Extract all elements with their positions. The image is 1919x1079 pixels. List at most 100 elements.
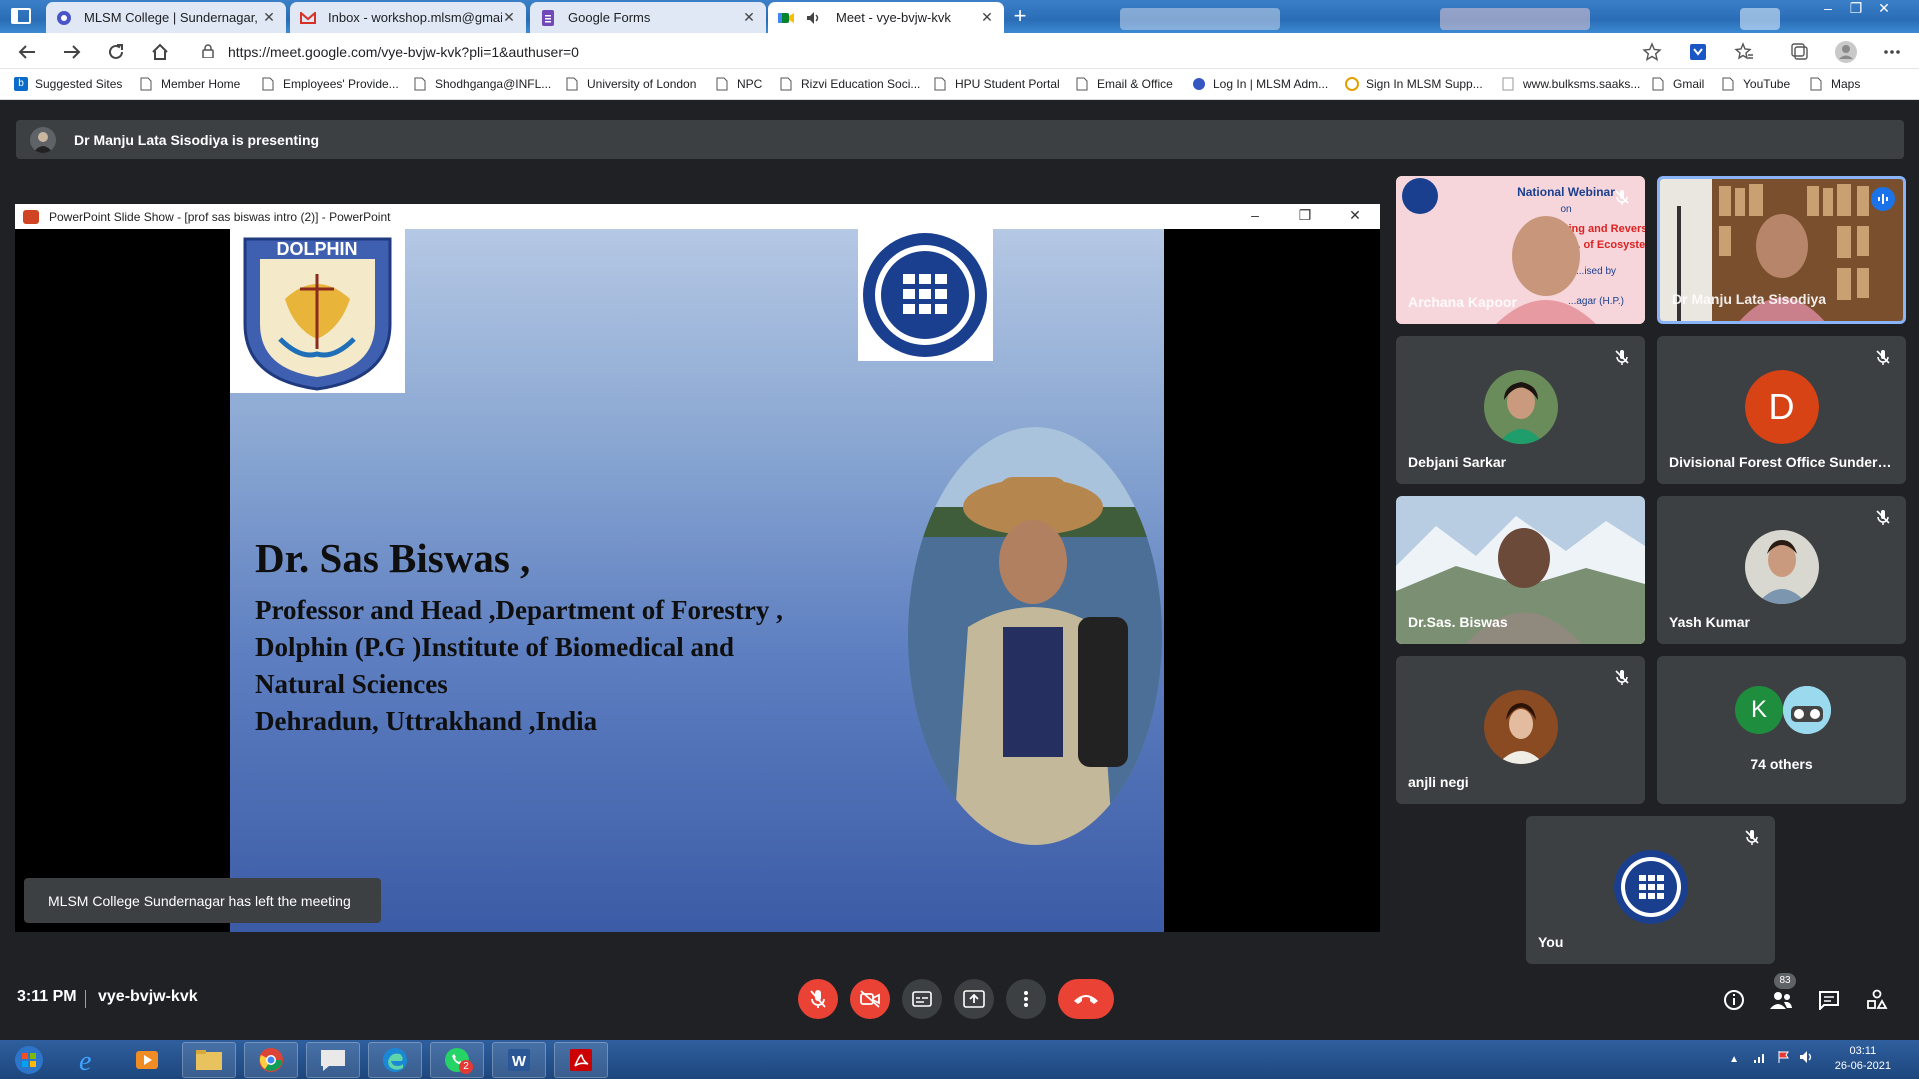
participant-tile[interactable]: National Webinar on Preventing and Rever… (1396, 176, 1645, 324)
tab-title: Google Forms (568, 10, 651, 25)
collections-icon[interactable] (1788, 40, 1812, 64)
favorites-icon[interactable] (1732, 40, 1756, 64)
speaker-audio-icon[interactable] (806, 10, 822, 26)
tab-mlsm-college[interactable]: MLSM College | Sundernagar, M ✕ (46, 2, 286, 33)
bookmark-item[interactable]: Member Home (140, 77, 240, 91)
browser-menu-icon[interactable] (10, 7, 34, 27)
media-player-icon[interactable] (120, 1042, 174, 1078)
forward-icon[interactable] (60, 40, 84, 64)
bookmark-item[interactable]: University of London (566, 77, 696, 91)
whatsapp-icon[interactable]: 2 (430, 1042, 484, 1078)
others-tile[interactable]: K 74 others (1657, 656, 1906, 804)
lock-icon[interactable] (202, 43, 214, 61)
presenting-text: Dr Manju Lata Sisodiya is presenting (74, 131, 320, 148)
page-icon (566, 77, 580, 91)
close-icon[interactable]: ✕ (502, 9, 516, 26)
page-icon (414, 77, 428, 91)
more-vert-icon (1024, 991, 1028, 1007)
presentation-stage[interactable]: PowerPoint Slide Show - [prof sas biswas… (15, 204, 1380, 932)
camera-off-icon (860, 990, 880, 1008)
participant-tile[interactable]: D Divisional Forest Office Sundern... (1657, 336, 1906, 484)
tab-google-forms[interactable]: Google Forms ✕ (530, 2, 766, 33)
bookmark-item[interactable]: Employees' Provide... (262, 77, 399, 91)
bookmark-item[interactable]: YouTube (1722, 77, 1790, 91)
system-clock[interactable]: 03:11 26-06-2021 (1835, 1044, 1891, 1074)
close-window-button[interactable]: ✕ (1871, 0, 1897, 18)
edge-icon[interactable] (368, 1042, 422, 1078)
bookmark-item[interactable]: www.bulksms.saaks... (1502, 77, 1640, 91)
participant-tile[interactable]: Debjani Sarkar (1396, 336, 1645, 484)
bookmark-label: Sign In MLSM Supp... (1366, 77, 1483, 91)
home-icon[interactable] (148, 40, 172, 64)
participant-name: Divisional Forest Office Sundern... (1669, 454, 1894, 470)
leave-call-button[interactable] (1058, 979, 1114, 1019)
network-icon[interactable] (1753, 1050, 1767, 1069)
participant-tile[interactable]: anjli negi (1396, 656, 1645, 804)
acrobat-icon[interactable] (554, 1042, 608, 1078)
volume-icon[interactable] (1799, 1050, 1815, 1069)
restore-icon: ❐ (1298, 207, 1312, 223)
captions-button[interactable] (902, 979, 942, 1019)
chrome-icon[interactable] (244, 1042, 298, 1078)
slide-heading: Dr. Sas Biswas , (255, 535, 531, 581)
new-tab-button[interactable]: + (1008, 5, 1032, 29)
close-icon[interactable]: ✕ (980, 9, 994, 26)
svg-text:e: e (79, 1046, 91, 1074)
camera-toggle-button[interactable] (850, 979, 890, 1019)
powerpoint-icon (23, 209, 39, 224)
people-icon[interactable] (1768, 987, 1794, 1013)
self-tile[interactable]: You (1526, 816, 1775, 964)
activities-icon[interactable] (1864, 987, 1890, 1013)
extension-icon[interactable] (1686, 40, 1710, 64)
participant-name: You (1538, 934, 1564, 950)
file-explorer-icon[interactable] (182, 1042, 236, 1078)
tab-google-meet[interactable]: Meet - vye-bvjw-kvk ✕ (768, 2, 1004, 33)
start-button[interactable] (2, 1042, 56, 1078)
close-icon[interactable]: ✕ (262, 9, 276, 26)
others-avatar-cartoon (1783, 686, 1831, 734)
refresh-icon[interactable] (104, 40, 128, 64)
captions-icon (912, 991, 932, 1007)
chat-icon[interactable] (1816, 987, 1842, 1013)
bookmark-item[interactable]: NPC (716, 77, 762, 91)
present-now-button[interactable] (954, 979, 994, 1019)
close-icon[interactable]: ✕ (742, 9, 756, 26)
participant-tile[interactable]: Dr.Sas. Biswas (1396, 496, 1645, 644)
bookmark-item[interactable]: Rizvi Education Soci... (780, 77, 920, 91)
tab-gmail-inbox[interactable]: Inbox - workshop.mlsm@gmail.c ✕ (290, 2, 526, 33)
restore-window-button[interactable]: ❐ (1843, 0, 1869, 18)
meeting-details-icon[interactable] (1721, 987, 1747, 1013)
show-hidden-icons[interactable]: ▲ (1729, 1054, 1739, 1065)
powerpoint-title: PowerPoint Slide Show - [prof sas biswas… (49, 209, 391, 224)
bookmark-item[interactable]: Sign In MLSM Supp... (1345, 77, 1483, 91)
more-menu-icon[interactable] (1880, 40, 1904, 64)
bookmark-item[interactable]: Log In | MLSM Adm... (1192, 77, 1328, 91)
slide-line: Professor and Head ,Department of Forest… (255, 595, 783, 625)
action-center-flag-icon[interactable] (1777, 1050, 1791, 1069)
mic-toggle-button[interactable] (798, 979, 838, 1019)
bookmark-item[interactable]: HPU Student Portal (934, 77, 1060, 91)
bookmark-item[interactable]: Email & Office (1076, 77, 1173, 91)
participant-tile[interactable]: Yash Kumar (1657, 496, 1906, 644)
bookmark-label: Suggested Sites (35, 77, 123, 91)
bookmark-item[interactable]: Shodhganga@INFL... (414, 77, 551, 91)
bookmark-item[interactable]: Gmail (1652, 77, 1704, 91)
internet-explorer-icon[interactable]: e (62, 1042, 116, 1078)
back-icon[interactable] (15, 40, 39, 64)
bookmark-item[interactable]: b Suggested Sites (14, 77, 122, 91)
mic-off-icon (1876, 350, 1890, 365)
more-options-button[interactable] (1006, 979, 1046, 1019)
participant-tile-active-speaker[interactable]: Dr Manju Lata Sisodiya (1657, 176, 1906, 324)
address-bar[interactable]: https://meet.google.com/vye-bvjw-kvk?pli… (190, 39, 1660, 65)
messages-icon[interactable] (306, 1042, 360, 1078)
page-icon (934, 77, 948, 91)
bookmark-label: Rizvi Education Soci... (801, 77, 921, 91)
profile-avatar-icon[interactable] (1834, 40, 1858, 64)
page-icon (1652, 77, 1666, 91)
word-icon[interactable]: W (492, 1042, 546, 1078)
bookmark-label: Shodhganga@INFL... (435, 77, 552, 91)
minimize-window-button[interactable]: – (1815, 0, 1841, 18)
browser-toolbar: https://meet.google.com/vye-bvjw-kvk?pli… (0, 33, 1919, 69)
add-favorite-icon[interactable] (1640, 40, 1664, 64)
bookmark-item[interactable]: Maps (1810, 77, 1860, 91)
